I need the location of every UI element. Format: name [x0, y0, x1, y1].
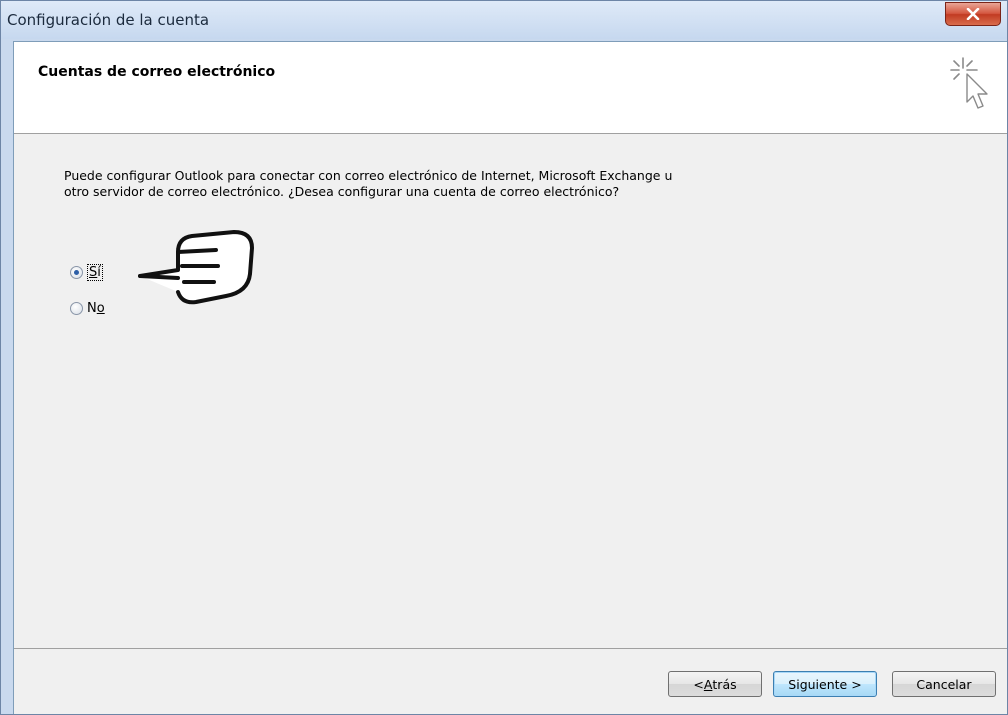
setup-description: Puede configurar Outlook para conectar c… [64, 168, 673, 199]
option-yes[interactable]: Sí [70, 264, 103, 281]
title-bar[interactable]: Configuración de la cuenta [1, 1, 1007, 39]
hand-pointer-icon [138, 230, 254, 305]
window-title: Configuración de la cuenta [7, 11, 210, 29]
wizard-footer: < Atrás Siguiente > Cancelar [14, 648, 1007, 714]
close-icon [966, 8, 980, 20]
wizard-header: Cuentas de correo electrónico [14, 42, 1007, 134]
option-yes-label[interactable]: Sí [87, 264, 103, 281]
radio-no[interactable] [70, 302, 83, 315]
wizard-body: Puede configurar Outlook para conectar c… [14, 134, 1007, 648]
wizard-cursor-sparkle-icon [950, 57, 988, 109]
back-button[interactable]: < Atrás [668, 671, 762, 697]
option-no-label[interactable]: No [87, 301, 105, 316]
option-no[interactable]: No [70, 301, 105, 316]
dialog-client-area: Cuentas de correo electrónico Puede conf… [13, 41, 1007, 714]
next-button[interactable]: Siguiente > [773, 671, 877, 697]
page-title: Cuentas de correo electrónico [38, 64, 276, 80]
close-button[interactable] [945, 2, 1001, 26]
cancel-button[interactable]: Cancelar [892, 671, 996, 697]
radio-yes[interactable] [70, 266, 83, 279]
account-settings-window: Configuración de la cuenta Cuentas de co… [0, 0, 1008, 715]
